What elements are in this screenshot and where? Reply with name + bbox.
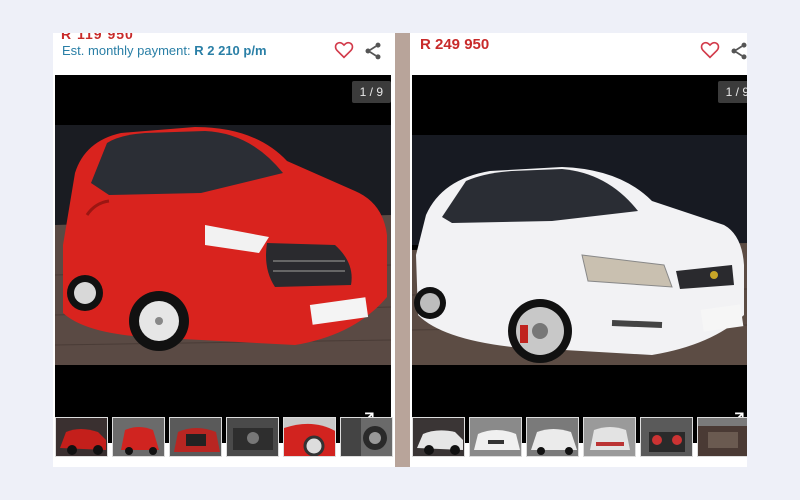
thumbnail-1[interactable] bbox=[412, 417, 465, 457]
listing-header: R 119 950 Est. monthly payment: R 2 210 … bbox=[53, 33, 395, 73]
heart-icon[interactable] bbox=[700, 41, 720, 59]
thumbnail-6[interactable] bbox=[697, 417, 747, 457]
thumbnail-6[interactable] bbox=[340, 417, 393, 457]
image-counter: 1 / 9 bbox=[351, 81, 391, 103]
thumbnail-5[interactable] bbox=[283, 417, 336, 457]
thumbnail-3[interactable] bbox=[169, 417, 222, 457]
share-icon[interactable] bbox=[729, 41, 747, 61]
price-partial: R 119 950 bbox=[61, 33, 134, 42]
thumbnail-strip bbox=[55, 417, 393, 457]
thumbnail-1[interactable] bbox=[55, 417, 108, 457]
monthly-payment-label: Est. monthly payment: bbox=[62, 43, 191, 58]
thumbnail-3[interactable] bbox=[526, 417, 579, 457]
listing-header: R 249 950 bbox=[410, 33, 747, 73]
price: R 249 950 bbox=[420, 36, 490, 53]
heart-icon[interactable] bbox=[334, 41, 354, 59]
thumbnail-2[interactable] bbox=[112, 417, 165, 457]
listing-card-left: R 119 950 Est. monthly payment: R 2 210 … bbox=[53, 33, 395, 467]
monthly-payment: Est. monthly payment: R 2 210 p/m bbox=[62, 43, 267, 58]
panel-divider bbox=[395, 33, 410, 467]
thumbnail-4[interactable] bbox=[583, 417, 636, 457]
thumbnail-2[interactable] bbox=[469, 417, 522, 457]
thumbnail-4[interactable] bbox=[226, 417, 279, 457]
monthly-payment-amount: R 2 210 p/m bbox=[194, 43, 267, 58]
main-photo[interactable]: 1 / 9 bbox=[412, 75, 747, 443]
share-icon[interactable] bbox=[363, 41, 383, 61]
car-photo-red bbox=[55, 75, 391, 443]
listing-card-right: R 249 950 1 / 9 bbox=[410, 33, 747, 467]
main-photo[interactable]: 1 / 9 bbox=[55, 75, 391, 443]
car-photo-white bbox=[412, 75, 747, 443]
thumbnail-5[interactable] bbox=[640, 417, 693, 457]
image-counter: 1 / 9 bbox=[717, 81, 747, 103]
thumbnail-strip bbox=[412, 417, 747, 457]
